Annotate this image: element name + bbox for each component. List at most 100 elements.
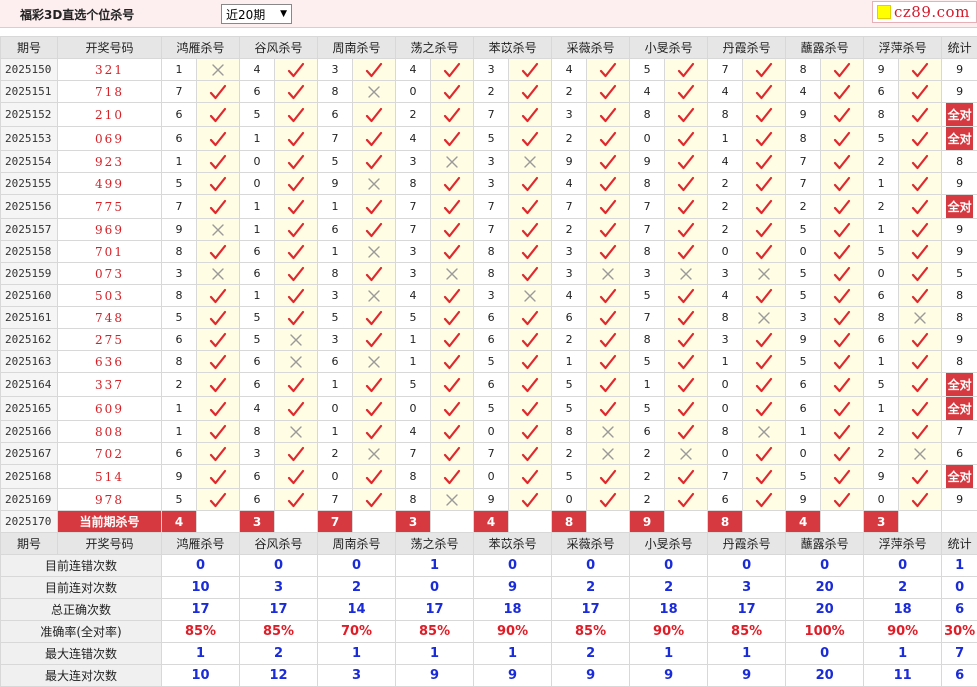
table-row: 202515549950983482719 xyxy=(1,173,977,195)
kill-number: 5 xyxy=(162,173,197,195)
check-mark-icon xyxy=(587,373,630,397)
kill-number: 8 xyxy=(474,263,509,285)
kill-number: 5 xyxy=(552,373,587,397)
check-mark-icon xyxy=(665,397,708,421)
check-mark-icon xyxy=(431,329,474,351)
kill-number: 1 xyxy=(240,195,275,219)
issue-number: 2025167 xyxy=(1,443,58,465)
kill-number: 7 xyxy=(396,219,431,241)
kill-number: 1 xyxy=(162,421,197,443)
current-kill-number: 8 xyxy=(708,511,743,533)
check-mark-icon xyxy=(275,489,318,511)
kill-number: 8 xyxy=(396,465,431,489)
kill-number: 3 xyxy=(318,329,353,351)
kill-number: 3 xyxy=(474,173,509,195)
check-mark-icon xyxy=(821,103,864,127)
issue-number: 2025160 xyxy=(1,285,58,307)
check-mark-icon xyxy=(587,151,630,173)
kill-number: 9 xyxy=(864,465,899,489)
summary-value: 18 xyxy=(474,599,552,621)
kill-number: 1 xyxy=(864,397,899,421)
kill-number: 7 xyxy=(552,195,587,219)
kill-number: 6 xyxy=(162,103,197,127)
check-mark-icon xyxy=(899,151,942,173)
period-select[interactable]: 近20期 ▼ xyxy=(221,4,292,24)
kill-number: 3 xyxy=(474,59,509,81)
kill-number: 1 xyxy=(240,219,275,241)
kill-number: 3 xyxy=(396,241,431,263)
check-mark-icon xyxy=(821,219,864,241)
check-mark-icon xyxy=(431,465,474,489)
check-mark-icon xyxy=(509,195,552,219)
cross-mark-icon xyxy=(743,421,786,443)
stat-cell: 全对 xyxy=(942,373,977,397)
table-row: 20251656091400555061全对 xyxy=(1,397,977,421)
kill-number: 7 xyxy=(786,151,821,173)
cross-mark-icon xyxy=(509,285,552,307)
summary-row: 目前连错次数00010000001 xyxy=(1,555,977,577)
kill-number: 3 xyxy=(162,263,197,285)
kill-number: 6 xyxy=(162,329,197,351)
kill-number: 9 xyxy=(552,151,587,173)
check-mark-icon xyxy=(743,489,786,511)
check-mark-icon xyxy=(509,307,552,329)
check-mark-icon xyxy=(353,465,396,489)
summary-label: 总正确次数 xyxy=(1,599,162,621)
check-mark-icon xyxy=(197,329,240,351)
stat-cell: 8 xyxy=(942,151,977,173)
issue-number: 2025166 xyxy=(1,421,58,443)
issue-number: 2025162 xyxy=(1,329,58,351)
kill-number: 6 xyxy=(708,489,743,511)
cross-mark-icon xyxy=(353,81,396,103)
kill-number: 8 xyxy=(396,489,431,511)
check-mark-icon xyxy=(509,173,552,195)
kill-number: 8 xyxy=(630,103,665,127)
kill-number: 0 xyxy=(240,151,275,173)
check-mark-icon xyxy=(431,219,474,241)
check-mark-icon xyxy=(431,421,474,443)
kill-number: 0 xyxy=(864,263,899,285)
table-header-row: 期号开奖号码鸿雁杀号谷风杀号周南杀号荡之杀号苯苡杀号采薇杀号小旻杀号丹霞杀号蘸露… xyxy=(1,37,977,59)
kill-number: 2 xyxy=(708,195,743,219)
issue-number: 2025169 xyxy=(1,489,58,511)
kill-number: 9 xyxy=(474,489,509,511)
kill-number: 8 xyxy=(864,103,899,127)
kill-number: 4 xyxy=(630,81,665,103)
stat-cell: 全对 xyxy=(942,465,977,489)
table-row: 20251685149608052759全对 xyxy=(1,465,977,489)
summary-row: 总正确次数171714171817181720186 xyxy=(1,599,977,621)
kill-number: 1 xyxy=(708,127,743,151)
kill-number: 5 xyxy=(630,397,665,421)
site-logo[interactable]: cz89.com xyxy=(872,1,977,23)
check-mark-icon xyxy=(743,351,786,373)
kill-number: 6 xyxy=(240,465,275,489)
kill-number: 9 xyxy=(162,465,197,489)
check-mark-icon xyxy=(509,103,552,127)
check-mark-icon xyxy=(275,465,318,489)
check-mark-icon xyxy=(509,397,552,421)
kill-number: 8 xyxy=(708,103,743,127)
kill-number: 0 xyxy=(396,81,431,103)
chevron-down-icon: ▼ xyxy=(280,9,287,19)
kill-number: 4 xyxy=(708,151,743,173)
stats-header: 统计 xyxy=(942,533,977,555)
kill-number: 2 xyxy=(552,329,587,351)
kill-number: 0 xyxy=(708,443,743,465)
kill-number: 6 xyxy=(318,351,353,373)
check-mark-icon xyxy=(197,81,240,103)
check-mark-icon xyxy=(821,81,864,103)
kill-number: 6 xyxy=(474,373,509,397)
check-mark-icon xyxy=(509,219,552,241)
summary-value: 70% xyxy=(318,621,396,643)
summary-value: 2 xyxy=(552,577,630,599)
table-row: 202515907336838333505 xyxy=(1,263,977,285)
check-mark-icon xyxy=(743,195,786,219)
kill-number: 8 xyxy=(552,421,587,443)
kill-number: 5 xyxy=(396,373,431,397)
summary-value: 1 xyxy=(318,643,396,665)
kill-number: 6 xyxy=(240,263,275,285)
numbers-header: 开奖号码 xyxy=(58,37,162,59)
check-mark-icon xyxy=(509,263,552,285)
issue-number: 2025159 xyxy=(1,263,58,285)
check-mark-icon xyxy=(899,81,942,103)
